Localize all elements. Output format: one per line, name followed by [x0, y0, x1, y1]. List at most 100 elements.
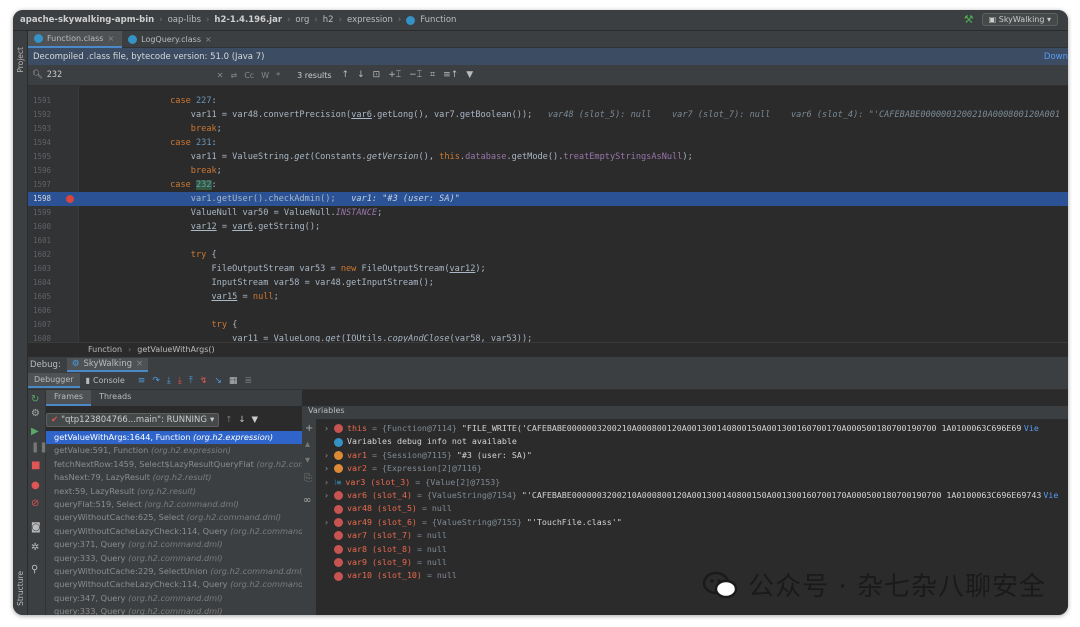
crumb-org[interactable]: org	[295, 15, 309, 25]
code-line[interactable]: 1601	[28, 234, 1068, 248]
project-tool-tab[interactable]: Project	[16, 47, 25, 73]
crumb-oap-libs[interactable]: oap-libs	[168, 15, 201, 25]
stack-frame[interactable]: queryWithoutCache:229, SelectUnion (org.…	[46, 565, 302, 578]
stack-frame[interactable]: hasNext:79, LazyResult (org.h2.result)	[46, 471, 302, 484]
thread-select[interactable]: ✔ "qtp123804766...main": RUNNING ▾	[46, 413, 220, 427]
stack-frame[interactable]: query:347, Query (org.h2.command.dml)	[46, 592, 302, 605]
crumb-function[interactable]: Function	[420, 15, 456, 25]
run-to-cursor-icon[interactable]: ↘	[214, 376, 222, 386]
pin-icon[interactable]: ⚲	[31, 564, 38, 575]
code-line[interactable]: 1608 var11 = ValueLong.get(IOUtils.copyA…	[28, 332, 1068, 342]
crumb-jar[interactable]: h2-1.4.196.jar	[214, 15, 282, 25]
structure-tool-tab[interactable]: Structure	[16, 571, 25, 606]
code-line[interactable]: 1599 ValueNull var50 = ValueNull.INSTANC…	[28, 206, 1068, 220]
stack-frame-selected[interactable]: getValueWithArgs:1644, Function (org.h2.…	[46, 431, 302, 445]
code-line[interactable]: 1593 break;	[28, 122, 1068, 136]
code-line-current[interactable]: 1598 var1.getUser().checkAdmin(); var1: …	[28, 192, 1068, 206]
crumb-expression[interactable]: expression	[347, 15, 393, 25]
stack-frame[interactable]: query:333, Query (org.h2.command.dml)	[46, 605, 302, 615]
stack-frame[interactable]: queryWithoutCache:625, Select (org.h2.co…	[46, 511, 302, 524]
previous-occurrence-icon[interactable]: ↑	[342, 70, 350, 80]
unselect-icon[interactable]: −⌶	[409, 70, 422, 80]
filter-icon[interactable]: ▼	[466, 70, 473, 80]
step-out-icon[interactable]: ⤒	[189, 376, 193, 386]
stack-frame[interactable]: next:59, LazyResult (org.h2.result)	[46, 485, 302, 498]
debugger-tab[interactable]: Debugger	[28, 373, 80, 388]
tab-function-class[interactable]: Function.class ×	[28, 31, 123, 48]
evaluate-expression-icon[interactable]: ▦	[229, 376, 238, 386]
select-all-icon[interactable]: ⊡	[373, 70, 381, 80]
code-line[interactable]: 1603 FileOutputStream var53 = new FileOu…	[28, 262, 1068, 276]
code-line[interactable]: 1591 case 227:	[28, 94, 1068, 108]
expand-arrow-icon[interactable]: ›	[324, 422, 334, 435]
build-hammer-icon[interactable]: ⚒	[964, 13, 974, 26]
stack-frame[interactable]: query:371, Query (org.h2.command.dml)	[46, 538, 302, 551]
variable-row[interactable]: › var6 (slot_4) = {ValueString@7154} "'CA…	[324, 489, 1058, 502]
stack-frame[interactable]: queryFlat:519, Select (org.h2.command.dm…	[46, 498, 302, 511]
filter-icon[interactable]: ▼	[251, 415, 258, 425]
variable-row[interactable]: › var49 (slot_6) = {ValueString@7155} "'T…	[324, 516, 622, 529]
select-all-occurrences-icon[interactable]: ⌗	[430, 70, 435, 80]
add-selection-icon[interactable]: +⌶	[388, 70, 401, 80]
close-icon[interactable]: ×	[205, 35, 212, 44]
code-line[interactable]: 1600 var12 = var6.getString();	[28, 220, 1068, 234]
variable-row[interactable]: › ⁝≡ var3 (slot_3) = {Value[2]@7153}	[324, 476, 505, 489]
expand-arrow-icon[interactable]: ›	[324, 476, 334, 489]
step-over-icon[interactable]: ↷	[152, 376, 160, 386]
stop-icon[interactable]: ■	[31, 460, 40, 471]
variable-row[interactable]: › this = {Function@7114} "FILE_WRITE('CAF…	[324, 422, 1039, 435]
regex-toggle[interactable]: *	[276, 71, 280, 80]
camera-icon[interactable]: ◙	[31, 522, 41, 533]
variable-row[interactable]: var8 (slot_8) = null	[324, 543, 452, 556]
add-watch-icon[interactable]: +	[305, 423, 313, 434]
code-line[interactable]: 1602 try {	[28, 248, 1068, 262]
expand-arrow-icon[interactable]: ›	[324, 516, 334, 529]
whole-words-toggle[interactable]: W	[261, 71, 269, 80]
debug-session-tab[interactable]: ⚙ SkyWalking ×	[66, 357, 149, 372]
stack-frame[interactable]: getValue:591, Function (org.h2.expressio…	[46, 444, 302, 457]
code-line[interactable]: 1595 var11 = ValueString.get(Constants.g…	[28, 150, 1068, 164]
download-sources-link[interactable]: Down	[1044, 52, 1068, 62]
stack-frame[interactable]: queryWithoutCacheLazyCheck:114, Query (o…	[46, 578, 302, 591]
code-line[interactable]: 1604 InputStream var58 = var48.getInputS…	[28, 276, 1068, 290]
up-arrow-icon[interactable]: ↑	[225, 415, 232, 425]
variable-row[interactable]: var10 (slot_10) = null	[324, 569, 462, 582]
variable-row[interactable]: var9 (slot_9) = null	[324, 556, 452, 569]
rerun-icon[interactable]: ↻	[31, 394, 39, 405]
code-line[interactable]: 1592 var11 = var48.convertPrecision(var6…	[28, 108, 1068, 122]
code-line[interactable]: 1596 break;	[28, 164, 1068, 178]
drop-frame-icon[interactable]: ↯	[200, 376, 208, 386]
breakpoint-icon[interactable]	[66, 195, 74, 203]
stack-frame[interactable]: query:333, Query (org.h2.command.dml)	[46, 552, 302, 565]
code-line[interactable]: 1605 var15 = null;	[28, 290, 1068, 304]
expand-arrow-icon[interactable]: ›	[324, 449, 334, 462]
regex-history-icon[interactable]: ⇌	[231, 71, 238, 80]
stack-frame[interactable]: queryWithoutCacheLazyCheck:114, Query (o…	[46, 525, 302, 538]
view-link[interactable]: Vie	[1024, 422, 1039, 435]
force-step-into-icon[interactable]: ⤓	[178, 376, 182, 386]
layout-settings-icon[interactable]: ✲	[31, 542, 39, 553]
code-crumb-method[interactable]: getValueWithArgs()	[137, 345, 214, 354]
variable-row[interactable]: var7 (slot_7) = null	[324, 529, 452, 542]
search-input[interactable]: 232	[47, 70, 217, 80]
code-crumb-class[interactable]: Function	[88, 345, 122, 354]
threads-tab[interactable]: Threads	[91, 390, 139, 406]
code-line[interactable]: 1597 case 232:	[28, 178, 1068, 192]
code-editor[interactable]: 1591 case 227: 1592 var11 = var48.convert…	[28, 86, 1068, 342]
move-up-icon[interactable]: ▴	[305, 439, 310, 450]
variable-row[interactable]: Variables debug info not available	[324, 435, 517, 448]
expand-arrow-icon[interactable]: ›	[324, 462, 334, 475]
watches-glasses-icon[interactable]: ∞	[303, 495, 311, 506]
show-execution-point-icon[interactable]: ≡	[138, 376, 146, 386]
down-arrow-icon[interactable]: ↓	[238, 415, 245, 425]
view-breakpoints-icon[interactable]: ●	[31, 480, 40, 491]
resume-icon[interactable]: ▶	[31, 426, 39, 437]
frames-tab[interactable]: Frames	[46, 390, 92, 406]
variable-row[interactable]: › var1 = {Session@7115} "#3 (user: SA)"	[324, 449, 532, 462]
next-occurrence-icon[interactable]: ↓	[357, 70, 365, 80]
close-icon[interactable]: ×	[107, 34, 114, 43]
step-into-icon[interactable]: ⤓	[167, 376, 171, 386]
close-icon[interactable]: ×	[136, 359, 143, 369]
variable-row[interactable]: › var2 = {Expression[2]@7116}	[324, 462, 487, 475]
expand-arrow-icon[interactable]: ›	[324, 489, 334, 502]
